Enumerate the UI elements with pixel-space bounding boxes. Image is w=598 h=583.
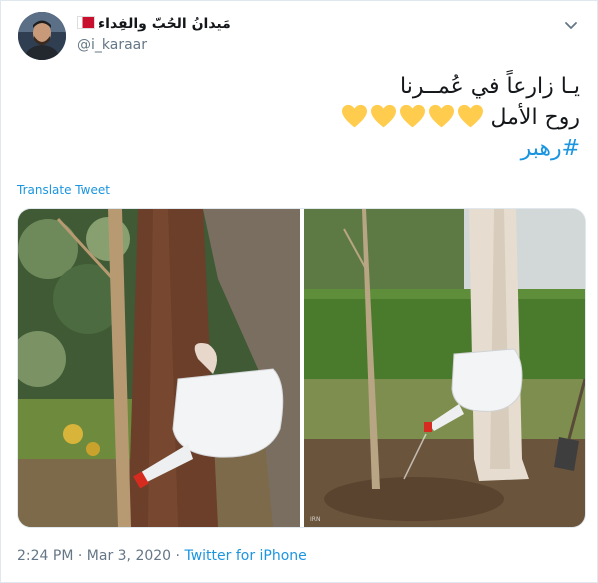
yellow-heart-icon [400, 104, 426, 128]
yellow-heart-icon [429, 104, 455, 128]
media-photo-right[interactable]: IRN [304, 209, 585, 527]
hearts-emoji-group [339, 102, 484, 133]
media-grid: IRN [17, 208, 586, 528]
yellow-heart-icon [342, 104, 368, 128]
tweet-line-2-text: روح الأمل [490, 105, 580, 130]
translate-tweet-link[interactable]: Translate Tweet [17, 183, 110, 197]
tweet-line-1: يـا زارعاً في عُمــرنا [400, 74, 580, 99]
tweet-date[interactable]: Mar 3, 2020 [87, 548, 171, 564]
media-photo-left[interactable] [18, 209, 300, 527]
tweet-text: يـا زارعاً في عُمــرنا روح الأمل #رهبر [20, 71, 580, 164]
yellow-heart-icon [458, 104, 484, 128]
meta-separator: · [175, 548, 180, 564]
tweet-time[interactable]: 2:24 PM [17, 548, 73, 564]
hashtag-link[interactable]: #رهبر [20, 133, 580, 164]
avatar-photo [18, 12, 66, 60]
tweet-line-2: روح الأمل [20, 102, 580, 133]
user-handle[interactable]: @i_karaar [77, 37, 147, 53]
svg-text:IRN: IRN [310, 516, 320, 523]
yellow-heart-icon [371, 104, 397, 128]
display-name-text: مَيدانُ الحُبّ والفِداء [98, 16, 231, 32]
chevron-down-icon[interactable] [563, 17, 579, 33]
bahrain-flag-icon [77, 16, 95, 29]
tweet-card: مَيدانُ الحُبّ والفِداء @i_karaar يـا زا… [0, 0, 598, 583]
tweet-source-link[interactable]: Twitter for iPhone [184, 548, 306, 564]
display-name[interactable]: مَيدانُ الحُبّ والفِداء [77, 16, 231, 32]
avatar[interactable] [18, 12, 66, 60]
meta-separator: · [77, 548, 83, 564]
tweet-meta: 2:24 PM · Mar 3, 2020 · Twitter for iPho… [17, 548, 307, 564]
